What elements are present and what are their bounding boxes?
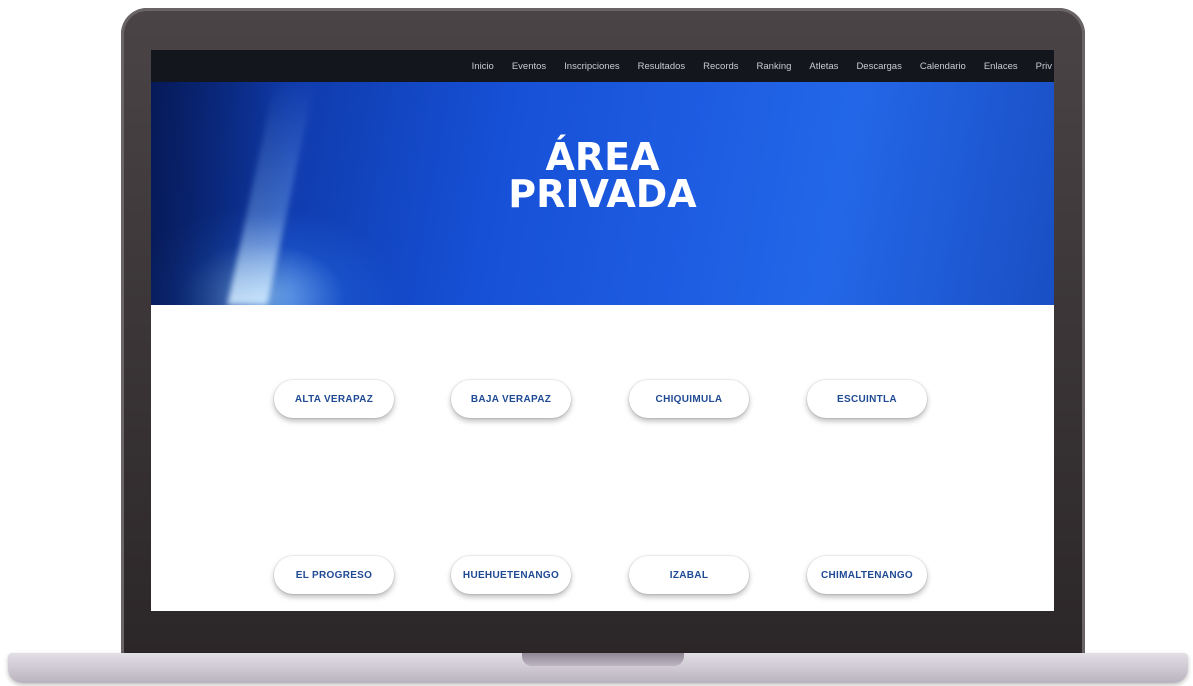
nav-item-inscripciones[interactable]: Inscripciones bbox=[555, 61, 628, 72]
nav-item-atletas[interactable]: Atletas bbox=[800, 61, 847, 72]
hero-banner: ÁREA PRIVADA bbox=[151, 82, 1054, 305]
nav-item-calendario[interactable]: Calendario bbox=[911, 61, 975, 72]
nav-item-records[interactable]: Records bbox=[694, 61, 747, 72]
department-button-huehuetenango[interactable]: HUEHUETENANGO bbox=[451, 556, 571, 594]
nav-item-eventos[interactable]: Eventos bbox=[503, 61, 555, 72]
department-grid: ALTA VERAPAZ BAJA VERAPAZ CHIQUIMULA ESC… bbox=[151, 305, 1054, 611]
department-button-el-progreso[interactable]: EL PROGRESO bbox=[274, 556, 394, 594]
main-nav: Inicio Eventos Inscripciones Resultados … bbox=[463, 50, 1054, 82]
page-title-line1: ÁREA bbox=[545, 135, 660, 179]
nav-item-ranking[interactable]: Ranking bbox=[748, 61, 801, 72]
page-title: ÁREA PRIVADA bbox=[151, 135, 1054, 216]
nav-item-inicio[interactable]: Inicio bbox=[463, 61, 503, 72]
nav-item-resultados[interactable]: Resultados bbox=[629, 61, 695, 72]
department-button-baja-verapaz[interactable]: BAJA VERAPAZ bbox=[451, 380, 571, 418]
nav-item-enlaces[interactable]: Enlaces bbox=[975, 61, 1027, 72]
page-title-line2: PRIVADA bbox=[508, 172, 697, 216]
department-button-escuintla[interactable]: ESCUINTLA bbox=[807, 380, 927, 418]
nav-item-privado[interactable]: Priv bbox=[1027, 61, 1054, 72]
laptop-notch bbox=[522, 653, 684, 666]
top-nav-bar: Inicio Eventos Inscripciones Resultados … bbox=[151, 50, 1054, 82]
department-button-chimaltenango[interactable]: CHIMALTENANGO bbox=[807, 556, 927, 594]
department-button-alta-verapaz[interactable]: ALTA VERAPAZ bbox=[274, 380, 394, 418]
laptop-screen: Inicio Eventos Inscripciones Resultados … bbox=[151, 50, 1054, 611]
department-button-chiquimula[interactable]: CHIQUIMULA bbox=[629, 380, 749, 418]
nav-item-descargas[interactable]: Descargas bbox=[847, 61, 910, 72]
department-button-izabal[interactable]: IZABAL bbox=[629, 556, 749, 594]
